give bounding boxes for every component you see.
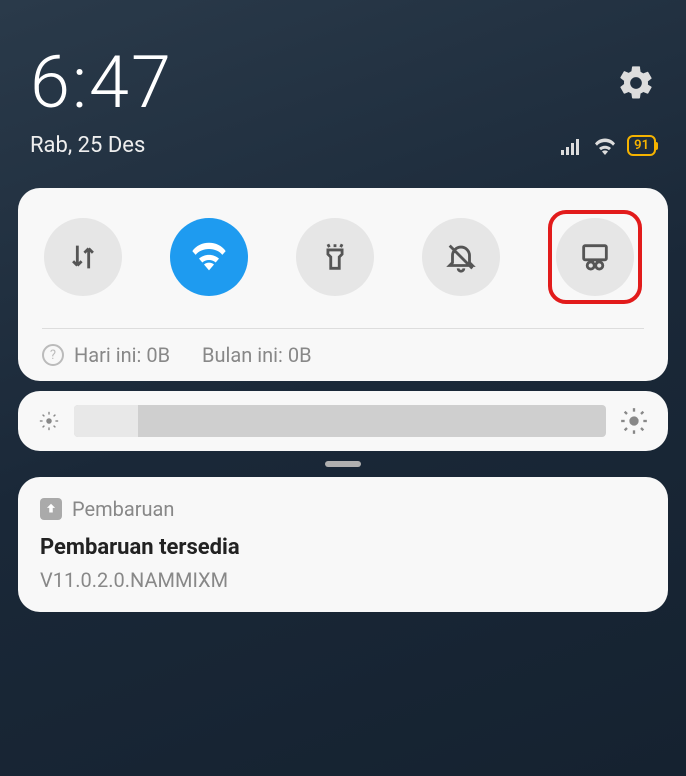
brightness-low-icon bbox=[38, 410, 60, 432]
drag-handle[interactable] bbox=[325, 461, 361, 467]
update-icon bbox=[40, 498, 62, 520]
info-icon: ? bbox=[42, 344, 64, 366]
data-today: Hari ini: 0B bbox=[74, 343, 170, 367]
notification-card[interactable]: Pembaruan Pembaruan tersedia V11.0.2.0.N… bbox=[18, 477, 668, 612]
quick-settings-row bbox=[36, 210, 650, 304]
brightness-panel bbox=[18, 391, 668, 451]
status-icons: 91 bbox=[561, 135, 656, 156]
brightness-slider-fill bbox=[74, 405, 138, 437]
brightness-high-icon bbox=[620, 407, 648, 435]
notification-header: Pembaruan bbox=[40, 497, 646, 521]
screenshot-highlight bbox=[548, 210, 642, 304]
mobile-data-toggle[interactable] bbox=[44, 218, 122, 296]
date-label: Rab, 25 Des bbox=[30, 133, 145, 158]
screenshot-toggle[interactable] bbox=[556, 218, 634, 296]
status-area: 6:47 Rab, 25 Des 91 bbox=[0, 0, 686, 178]
cellular-signal-icon bbox=[561, 137, 583, 155]
brightness-slider[interactable] bbox=[74, 405, 606, 437]
quick-settings-panel: ? Hari ini: 0B Bulan ini: 0B bbox=[18, 188, 668, 381]
notification-app-name: Pembaruan bbox=[72, 497, 174, 521]
time-row: 6:47 bbox=[30, 40, 656, 125]
notification-subtitle: V11.0.2.0.NAMMIXM bbox=[40, 568, 646, 592]
date-status-row: Rab, 25 Des 91 bbox=[30, 133, 656, 158]
clock-time: 6:47 bbox=[30, 40, 173, 125]
data-month: Bulan ini: 0B bbox=[202, 343, 312, 367]
data-usage-row[interactable]: ? Hari ini: 0B Bulan ini: 0B bbox=[36, 343, 650, 367]
wifi-toggle[interactable] bbox=[170, 218, 248, 296]
wifi-status-icon bbox=[593, 137, 617, 155]
battery-indicator: 91 bbox=[627, 135, 656, 156]
quick-settings-divider bbox=[42, 328, 644, 329]
flashlight-toggle[interactable] bbox=[296, 218, 374, 296]
dnd-toggle[interactable] bbox=[422, 218, 500, 296]
settings-gear-icon[interactable] bbox=[616, 63, 656, 103]
notification-title: Pembaruan tersedia bbox=[40, 535, 646, 560]
